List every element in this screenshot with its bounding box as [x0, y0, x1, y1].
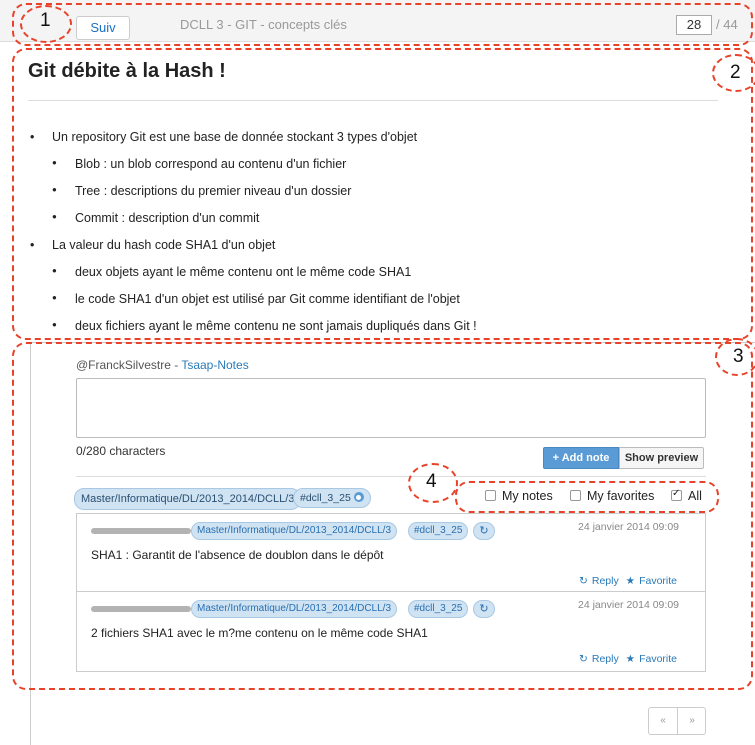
all-checkbox[interactable]: [671, 488, 682, 501]
title-divider: [28, 100, 718, 101]
slide-title: Git débite à la Hash !: [28, 60, 226, 82]
filter-my-favorites[interactable]: My favorites: [570, 489, 654, 503]
note-actions: ↻ Reply ★ Favorite: [575, 653, 677, 665]
bullet-item: Un repository Git est une base de donnée…: [30, 130, 730, 157]
next-page-button[interactable]: »: [678, 708, 706, 734]
redacted-author: [91, 606, 191, 612]
sub-bullet-item: le code SHA1 d'un objet est utilisé par …: [30, 292, 730, 319]
my-notes-checkbox[interactable]: [485, 490, 496, 501]
panel-divider: [76, 476, 706, 477]
filter-my-notes[interactable]: My notes: [485, 489, 553, 503]
filter-all[interactable]: All: [671, 488, 702, 503]
note-text: 2 fichiers SHA1 avec le m?me contenu on …: [91, 626, 428, 640]
author-line: @FranckSilvestre - Tsaap-Notes: [76, 358, 249, 372]
callout-number-2: 2: [730, 62, 741, 83]
note-context-tag[interactable]: Master/Informatique/DL/2013_2014/DCLL/3: [191, 522, 398, 540]
remove-tag-icon[interactable]: [353, 492, 364, 502]
reply-icon[interactable]: ↻: [579, 653, 588, 665]
refresh-icon[interactable]: ↻: [473, 600, 495, 618]
my-favorites-checkbox[interactable]: [570, 490, 581, 501]
sub-bullet-item: Blob : un blob correspond au contenu d'u…: [30, 157, 730, 184]
note-context-tag[interactable]: Master/Informatique/DL/2013_2014/DCLL/3: [191, 600, 398, 618]
favorite-link[interactable]: Favorite: [639, 653, 677, 665]
callout-number-1: 1: [40, 10, 51, 31]
note-actions: ↻ Reply ★ Favorite: [575, 575, 677, 587]
app-link[interactable]: Tsaap-Notes: [181, 358, 248, 372]
redacted-author: [91, 528, 191, 534]
reply-link[interactable]: Reply: [592, 653, 619, 665]
note-input[interactable]: [76, 378, 706, 438]
note-text: SHA1 : Garantit de l'absence de doublon …: [91, 548, 384, 562]
hashtag-label: #dcll_3_25: [300, 492, 351, 504]
add-note-button[interactable]: + Add note: [543, 447, 619, 469]
sub-bullet-item: Commit : description d'un commit: [30, 211, 730, 238]
my-favorites-label: My favorites: [587, 489, 655, 503]
bullet-item: La valeur du hash code SHA1 d'un objet: [30, 238, 730, 265]
favorite-link[interactable]: Favorite: [639, 575, 677, 587]
context-tag[interactable]: Master/Informatique/DL/2013_2014/DCLL/3: [74, 488, 302, 510]
character-counter: 0/280 characters: [76, 444, 166, 458]
callout-number-3: 3: [733, 346, 744, 367]
hashtag-filter[interactable]: #dcll_3_25: [293, 488, 371, 508]
note-hashtag[interactable]: #dcll_3_25: [408, 522, 469, 540]
sub-bullet-item: Tree : descriptions du premier niveau d'…: [30, 184, 730, 211]
note-date: 24 janvier 2014 09:09: [578, 521, 679, 533]
note-card: Master/Informatique/DL/2013_2014/DCLL/3 …: [76, 591, 706, 672]
refresh-icon[interactable]: ↻: [473, 522, 495, 540]
sub-bullet-item: deux objets ayant le même contenu ont le…: [30, 265, 730, 292]
slide-bullet-list: Un repository Git est une base de donnée…: [30, 130, 730, 346]
my-notes-label: My notes: [502, 489, 553, 503]
author-handle: @FranckSilvestre: [76, 358, 171, 372]
reply-icon[interactable]: ↻: [579, 575, 588, 587]
all-label: All: [688, 489, 702, 503]
previous-page-button[interactable]: «: [649, 708, 677, 734]
page-total: / 44: [716, 17, 738, 32]
callout-number-4: 4: [426, 471, 437, 492]
author-separator: -: [170, 358, 182, 372]
reply-link[interactable]: Reply: [592, 575, 619, 587]
show-preview-button[interactable]: Show preview: [619, 447, 704, 469]
page-number-input[interactable]: 28: [676, 15, 712, 35]
star-icon[interactable]: ★: [626, 575, 635, 587]
note-date: 24 janvier 2014 09:09: [578, 599, 679, 611]
note-hashtag[interactable]: #dcll_3_25: [408, 600, 469, 618]
next-slide-button[interactable]: Suiv: [76, 16, 130, 40]
star-icon[interactable]: ★: [626, 653, 635, 665]
pagination: « »: [648, 707, 706, 735]
slide-toolbar: Suiv DCLL 3 - GIT - concepts clés 28 / 4…: [0, 0, 755, 42]
note-card: Master/Informatique/DL/2013_2014/DCLL/3 …: [76, 513, 706, 594]
deck-title: DCLL 3 - GIT - concepts clés: [180, 17, 347, 32]
